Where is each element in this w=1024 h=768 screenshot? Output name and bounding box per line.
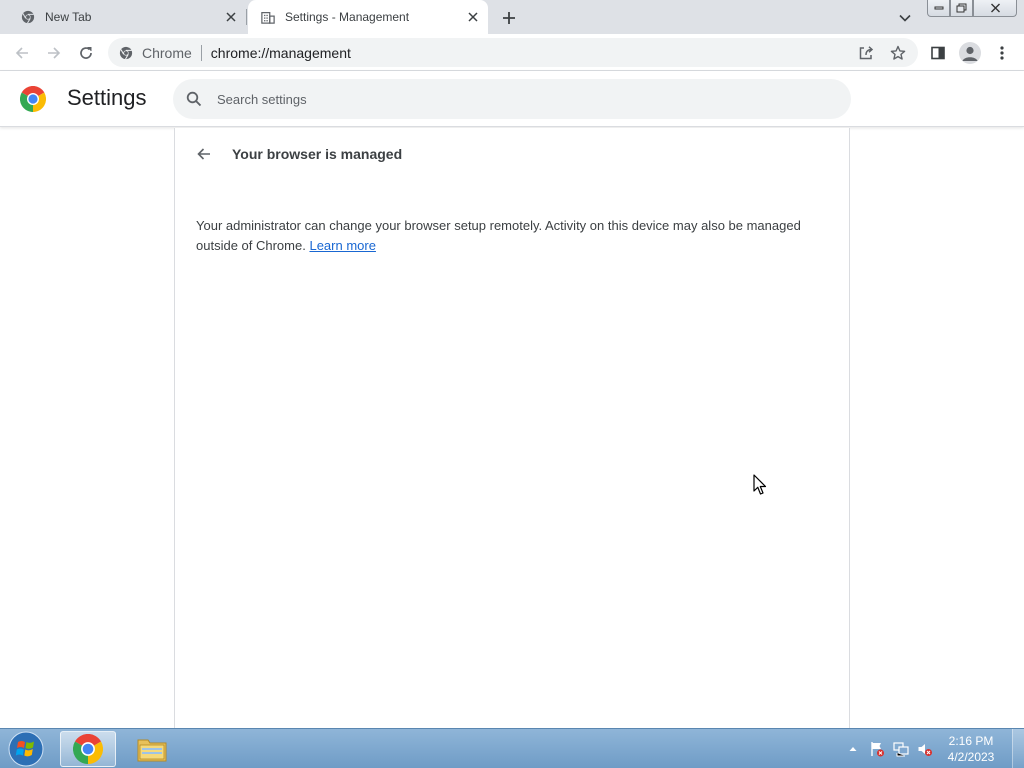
taskbar: 2:16 PM 4/2/2023 [0, 728, 1024, 768]
window-controls [927, 0, 1017, 18]
avatar-icon [959, 42, 981, 64]
browser-toolbar: Chrome chrome://management [0, 34, 1024, 71]
back-nav-button[interactable] [8, 39, 36, 67]
network-icon[interactable] [890, 738, 912, 760]
tab-search-chevron-icon[interactable] [895, 8, 915, 28]
restore-button[interactable] [950, 0, 973, 17]
profile-avatar[interactable] [956, 39, 984, 67]
clock-date: 4/2/2023 [947, 750, 995, 764]
management-card: Your browser is managed Your administrat… [174, 128, 850, 728]
tab-settings-management[interactable]: Settings - Management [248, 0, 488, 34]
back-arrow-button[interactable] [192, 142, 216, 166]
settings-header: Settings [0, 71, 1024, 127]
search-settings-box[interactable] [173, 79, 851, 119]
clock-time: 2:16 PM [948, 734, 994, 748]
close-tab-icon[interactable] [464, 8, 482, 26]
system-clock[interactable]: 2:16 PM 4/2/2023 [936, 733, 1006, 765]
management-description: Your administrator can change your brows… [196, 216, 816, 256]
building-icon [260, 9, 276, 25]
taskbar-explorer-button[interactable] [124, 731, 180, 767]
description-text: Your administrator can change your brows… [196, 218, 801, 253]
search-icon [185, 90, 203, 108]
address-bar[interactable]: Chrome chrome://management [108, 38, 918, 67]
tab-title: New Tab [45, 10, 92, 24]
tab-new-tab[interactable]: New Tab [0, 0, 246, 34]
tab-strip: New Tab Settings - Management [0, 0, 1024, 34]
action-center-flag-icon[interactable] [866, 738, 888, 760]
forward-nav-button[interactable] [40, 39, 68, 67]
page-title: Settings [67, 85, 147, 110]
tab-separator [246, 9, 247, 25]
menu-kebab-icon[interactable] [988, 39, 1016, 67]
volume-muted-icon[interactable] [914, 738, 936, 760]
chrome-icon [118, 45, 134, 61]
show-desktop-button[interactable] [1012, 729, 1024, 768]
chrome-logo-icon [19, 85, 47, 113]
chrome-icon [20, 9, 36, 25]
share-icon[interactable] [852, 39, 880, 67]
new-tab-button[interactable] [498, 7, 520, 29]
bookmark-star-icon[interactable] [884, 39, 912, 67]
show-hidden-icons-icon[interactable] [842, 738, 864, 760]
management-title: Your browser is managed [232, 146, 403, 162]
close-tab-icon[interactable] [222, 8, 240, 26]
url-text[interactable]: chrome://management [211, 45, 351, 61]
taskbar-chrome-button[interactable] [60, 731, 116, 767]
minimize-button[interactable] [927, 0, 950, 17]
site-chip: Chrome [142, 44, 192, 61]
search-input[interactable] [217, 91, 817, 107]
mouse-cursor-icon [753, 474, 767, 496]
omnibox-divider [200, 44, 202, 61]
learn-more-link[interactable]: Learn more [309, 238, 375, 253]
close-window-button[interactable] [973, 0, 1017, 17]
system-tray [842, 729, 938, 768]
tab-title: Settings - Management [285, 10, 410, 24]
start-button[interactable] [5, 730, 47, 768]
reload-button[interactable] [72, 39, 100, 67]
side-panel-icon[interactable] [924, 39, 952, 67]
